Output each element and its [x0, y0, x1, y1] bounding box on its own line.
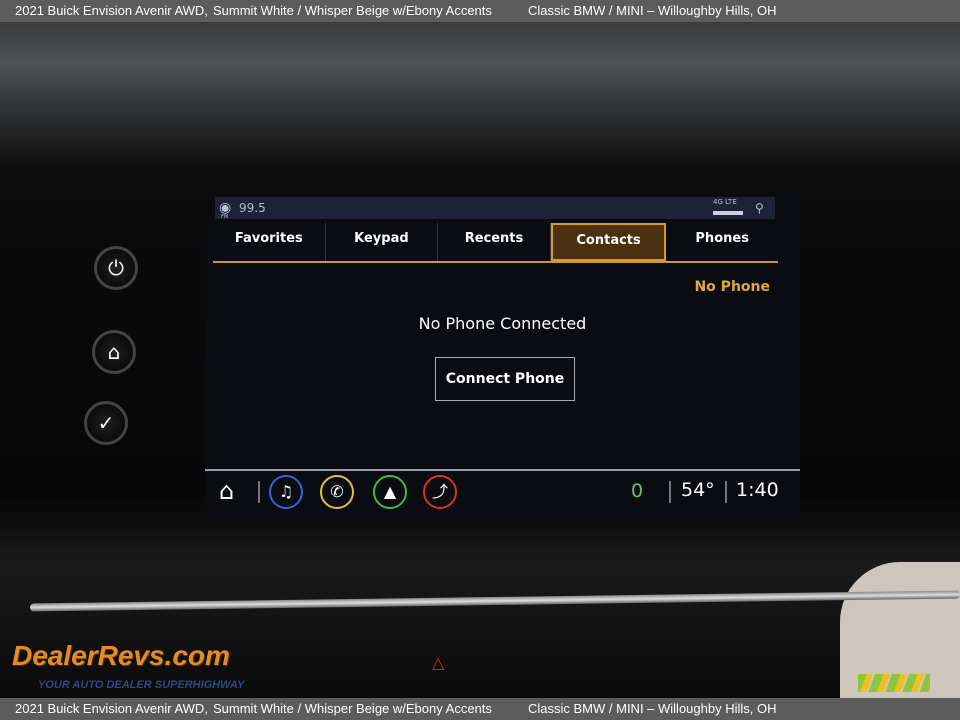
home-icon: ⌂: [107, 340, 121, 364]
frequency[interactable]: 99.5: [239, 197, 266, 219]
top-banner: 2021 Buick Envision Avenir AWD, Summit W…: [0, 0, 960, 22]
separator: [258, 481, 260, 503]
check-button[interactable]: ✓: [84, 401, 128, 445]
dealer-stripes-logo: [858, 674, 930, 692]
hazard-icon[interactable]: △: [432, 653, 444, 672]
tab-phones[interactable]: Phones: [666, 223, 778, 261]
vehicle-title: 2021 Buick Envision Avenir AWD,: [15, 3, 208, 18]
notification-count[interactable]: 0: [631, 480, 643, 502]
chrome-trim: [30, 590, 960, 612]
network-label: 4G LTE: [713, 198, 737, 206]
logo-tagline: YOUR AUTO DEALER SUPERHIGHWAY: [38, 679, 245, 691]
music-icon: ♫: [278, 482, 294, 501]
tab-recents[interactable]: Recents: [438, 223, 551, 261]
home-hard-button[interactable]: ⌂: [92, 330, 136, 374]
seat-icon: ⤴: [431, 482, 448, 501]
phone-tabs: Favorites Keypad Recents Contacts Phones: [213, 223, 778, 263]
tab-keypad[interactable]: Keypad: [326, 223, 439, 261]
power-button[interactable]: ⏻: [94, 246, 138, 290]
home-icon[interactable]: ⌂: [219, 477, 234, 505]
vehicle-colors: Summit White / Whisper Beige w/Ebony Acc…: [213, 701, 492, 716]
dealer-name: Classic BMW / MINI – Willoughby Hills, O…: [528, 701, 777, 716]
temperature: 54°: [681, 479, 715, 501]
tab-favorites[interactable]: Favorites: [213, 223, 326, 261]
separator: [669, 481, 671, 503]
dealerrevs-logo: DealerRevs.com: [12, 640, 230, 671]
climate-button[interactable]: ⤴: [423, 475, 457, 509]
vehicle-title: 2021 Buick Envision Avenir AWD,: [15, 701, 208, 716]
tab-contacts[interactable]: Contacts: [550, 223, 667, 261]
connect-phone-button[interactable]: Connect Phone: [435, 357, 575, 401]
divider: [205, 469, 800, 471]
check-icon: ✓: [97, 411, 115, 435]
navigation-button[interactable]: ▲: [373, 475, 407, 509]
signal-icon: [713, 211, 743, 215]
audio-button[interactable]: ♫: [269, 475, 303, 509]
phone-status: No Phone: [694, 279, 770, 295]
bottom-banner: 2021 Buick Envision Avenir AWD, Summit W…: [0, 698, 960, 720]
dealer-name: Classic BMW / MINI – Willoughby Hills, O…: [528, 3, 777, 18]
separator: [725, 481, 727, 503]
navigation-arrow-icon: ▲: [383, 482, 397, 501]
power-icon: ⏻: [108, 256, 124, 280]
no-phone-message: No Phone Connected: [418, 314, 587, 333]
interior-panel: [840, 562, 960, 720]
phone-button[interactable]: ✆: [320, 475, 354, 509]
infotainment-screen: ◉ FM 99.5 4G LTE ⚲ Favorites Keypad Rece…: [205, 193, 800, 523]
location-icon: ⚲: [755, 201, 764, 215]
clock: 1:40: [736, 479, 779, 501]
phone-icon: ✆: [330, 482, 344, 501]
vehicle-colors: Summit White / Whisper Beige w/Ebony Acc…: [213, 3, 492, 18]
status-bar: ◉ FM 99.5 4G LTE ⚲: [215, 197, 775, 220]
